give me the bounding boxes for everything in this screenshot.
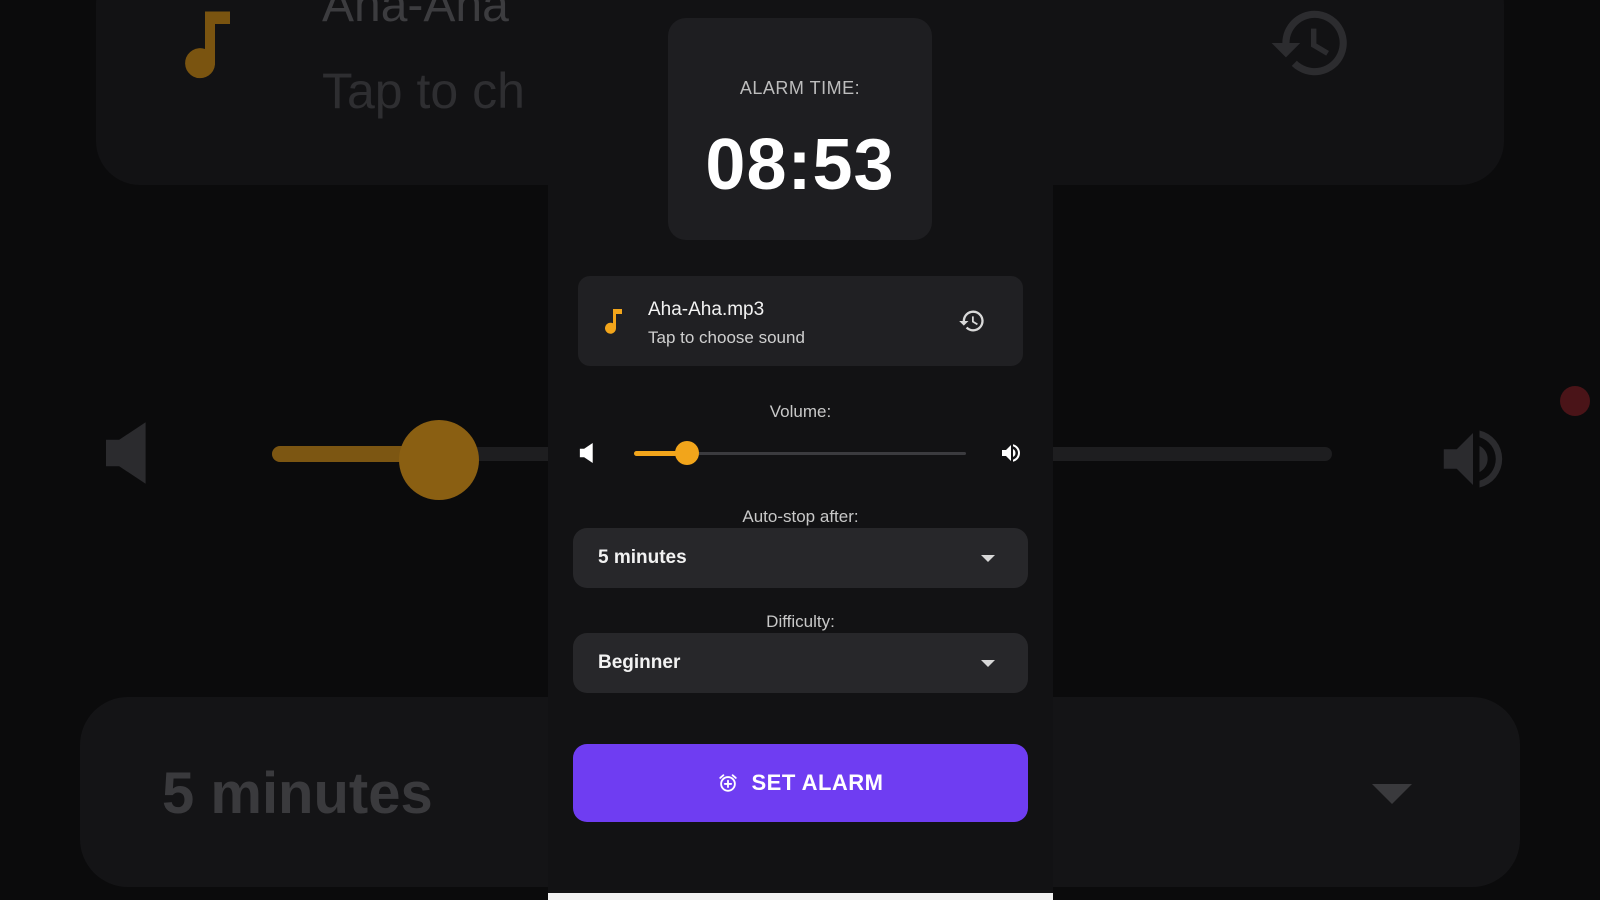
- volume-slider[interactable]: [634, 441, 966, 465]
- bg-chevron-down-icon: [1372, 784, 1412, 804]
- sound-hint: Tap to choose sound: [648, 328, 805, 347]
- bg-slider-thumb: [399, 420, 479, 500]
- history-icon[interactable]: [958, 307, 986, 335]
- auto-stop-label: Auto-stop after:: [742, 507, 859, 526]
- bg-recording-dot: [1560, 386, 1590, 416]
- alarm-time-card[interactable]: ALARM TIME: 08:53: [668, 18, 932, 240]
- chevron-down-icon: [981, 555, 995, 562]
- auto-stop-dropdown[interactable]: 5 minutes: [573, 528, 1028, 588]
- difficulty-value: Beginner: [598, 652, 681, 673]
- screen: Aha-Aha Tap to ch 5 minutes ALARM TIME: …: [0, 0, 1600, 900]
- bg-sound-hint: Tap to ch: [322, 63, 525, 119]
- volume-slider-thumb[interactable]: [675, 441, 700, 465]
- set-alarm-button[interactable]: SET ALARM: [573, 744, 1028, 822]
- bg-history-icon: [1271, 10, 1347, 76]
- music-note-icon: [605, 309, 622, 334]
- set-alarm-label: SET ALARM: [751, 770, 884, 795]
- alarm-settings-panel: ALARM TIME: 08:53 Aha-Aha.mp3 Tap to cho…: [548, 0, 1053, 900]
- difficulty-label: Difficulty:: [766, 612, 835, 631]
- chevron-down-icon: [981, 660, 995, 667]
- bg-music-note-icon: [180, 5, 240, 83]
- volume-label: Volume:: [769, 402, 832, 421]
- bg-auto-stop-value: 5 minutes: [162, 761, 433, 826]
- bg-volume-low-icon: [106, 422, 146, 484]
- alarm-add-icon: [719, 774, 738, 792]
- volume-high-icon: [1002, 444, 1020, 462]
- alarm-time-value: 08:53: [705, 125, 895, 205]
- volume-low-icon: [579, 443, 593, 463]
- difficulty-dropdown[interactable]: Beginner: [573, 633, 1028, 693]
- home-indicator-bar: [548, 893, 1053, 900]
- bg-volume-high-icon: [1443, 430, 1503, 488]
- alarm-time-label: ALARM TIME:: [739, 78, 861, 98]
- bg-song-name: Aha-Aha: [322, 0, 509, 32]
- auto-stop-value: 5 minutes: [598, 547, 687, 568]
- sound-file-name: Aha-Aha.mp3: [648, 299, 765, 320]
- sound-picker[interactable]: Aha-Aha.mp3 Tap to choose sound: [578, 276, 1023, 366]
